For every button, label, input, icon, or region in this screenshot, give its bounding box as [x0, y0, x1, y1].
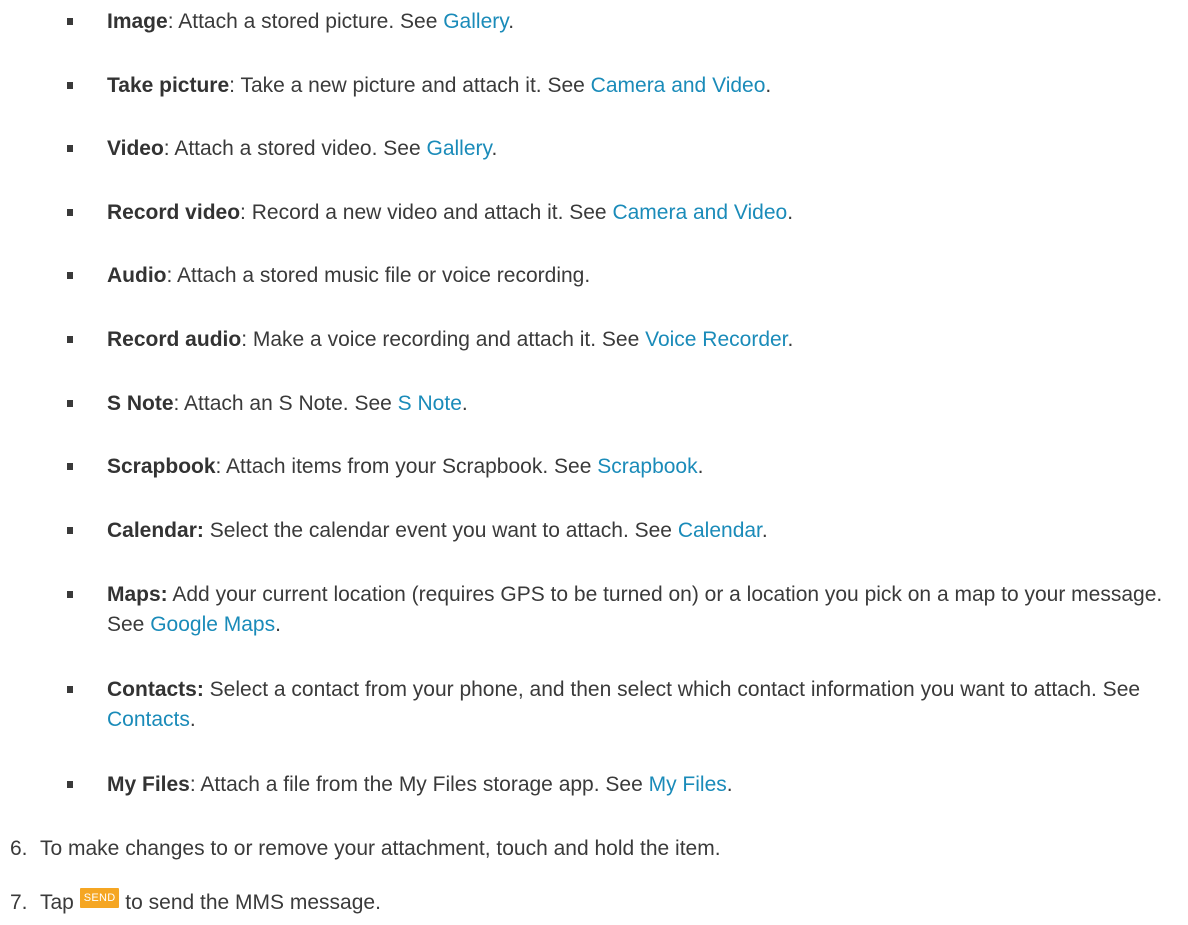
link-gallery[interactable]: Gallery — [426, 137, 491, 160]
link-gallery[interactable]: Gallery — [443, 10, 508, 33]
item-term: S Note — [107, 392, 174, 415]
step-number: 7. — [10, 891, 28, 914]
bullet-icon — [67, 18, 73, 25]
list-item-scrapbook: Scrapbook: Attach items from your Scrapb… — [67, 452, 1177, 482]
item-term: Image — [107, 10, 168, 33]
item-end: . — [765, 74, 772, 97]
bullet-icon — [67, 336, 73, 343]
step-text: To make changes to or remove your attach… — [40, 837, 721, 860]
item-end: . — [787, 201, 794, 224]
step-text-after: to send the MMS message. — [119, 891, 381, 914]
item-end: . — [275, 613, 281, 636]
bullet-icon — [67, 272, 73, 279]
step-number: 6. — [10, 837, 28, 860]
item-term: Calendar: — [107, 519, 204, 542]
item-term: Contacts: — [107, 678, 204, 701]
list-item-contacts: Contacts: Select a contact from your pho… — [67, 675, 1177, 735]
link-my-files[interactable]: My Files — [649, 773, 727, 796]
bullet-icon — [67, 591, 73, 598]
item-text: Record a new video and attach it. See — [245, 201, 613, 224]
item-end: . — [787, 328, 794, 351]
list-item-image: Image: Attach a stored picture. See Gall… — [67, 7, 1177, 37]
item-end: . — [491, 137, 498, 160]
list-item-record-audio: Record audio: Make a voice recording and… — [67, 325, 1177, 355]
link-contacts[interactable]: Contacts — [107, 708, 190, 731]
bullet-icon — [67, 145, 73, 152]
item-end: . — [761, 519, 768, 542]
item-term: Record audio — [107, 328, 242, 351]
item-term: Video — [107, 137, 164, 160]
item-text: Select the calendar event you want to at… — [203, 519, 678, 542]
list-item-video: Video: Attach a stored video. See Galler… — [67, 134, 1177, 164]
bullet-icon — [67, 400, 73, 407]
item-term: Scrapbook — [107, 455, 216, 478]
link-camera-and-video[interactable]: Camera and Video — [591, 74, 766, 97]
list-item-audio: Audio: Attach a stored music file or voi… — [67, 261, 1177, 291]
item-term: My Files — [107, 773, 190, 796]
step-7: 7. Tap SEND to send the MMS message. — [10, 888, 1170, 918]
bullet-icon — [67, 463, 73, 470]
link-scrapbook[interactable]: Scrapbook — [597, 455, 697, 478]
list-item-s-note: S Note: Attach an S Note. See S Note. — [67, 389, 1177, 419]
send-button-icon: SEND — [79, 888, 120, 908]
item-term: Record video — [107, 201, 241, 224]
item-text: Attach an S Note. See — [179, 392, 398, 415]
item-text: Take a new picture and attach it. See — [235, 74, 591, 97]
item-text: Attach items from your Scrapbook. See — [221, 455, 598, 478]
item-term: Maps: — [107, 583, 168, 606]
item-text: Attach a stored video. See — [169, 137, 427, 160]
list-item-my-files: My Files: Attach a file from the My File… — [67, 770, 1177, 800]
item-end: . — [697, 455, 704, 478]
link-s-note[interactable]: S Note — [398, 392, 462, 415]
item-text: Attach a stored music file or voice reco… — [172, 264, 591, 287]
bullet-icon — [67, 209, 73, 216]
bullet-icon — [67, 82, 73, 89]
item-end: . — [508, 10, 515, 33]
item-term: Take picture — [107, 74, 230, 97]
link-calendar[interactable]: Calendar — [678, 519, 762, 542]
item-end: . — [461, 392, 468, 415]
bullet-icon — [67, 781, 73, 788]
item-text: Attach a stored picture. See — [173, 10, 444, 33]
list-item-calendar: Calendar: Select the calendar event you … — [67, 516, 1177, 546]
item-text: Make a voice recording and attach it. Se… — [247, 328, 646, 351]
link-voice-recorder[interactable]: Voice Recorder — [645, 328, 787, 351]
bullet-icon — [67, 527, 73, 534]
list-item-maps: Maps: Add your current location (require… — [67, 580, 1177, 640]
list-item-take-picture: Take picture: Take a new picture and att… — [67, 71, 1177, 101]
item-text: Select a contact from your phone, and th… — [203, 678, 1141, 701]
item-end: . — [189, 708, 196, 731]
link-google-maps[interactable]: Google Maps — [150, 613, 275, 636]
step-6: 6. To make changes to or remove your atta… — [10, 834, 1170, 864]
list-item-record-video: Record video: Record a new video and att… — [67, 198, 1177, 228]
item-term: Audio — [107, 264, 167, 287]
step-text-before: Tap — [40, 891, 80, 914]
item-end: . — [726, 773, 733, 796]
link-camera-and-video[interactable]: Camera and Video — [612, 201, 787, 224]
bullet-icon — [67, 686, 73, 693]
item-text: Attach a file from the My Files storage … — [195, 773, 649, 796]
